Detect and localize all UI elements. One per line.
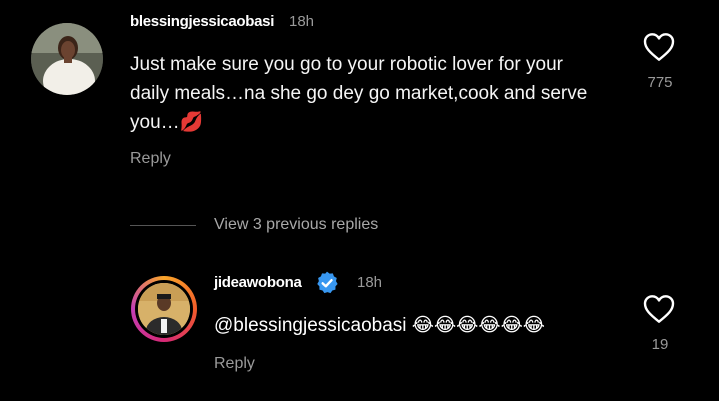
heart-outline-icon xyxy=(643,33,675,61)
avatar-blessingjessicaobasi[interactable] xyxy=(31,23,103,95)
reply-like-count: 19 xyxy=(651,336,669,353)
comment-like-count: 775 xyxy=(647,74,673,91)
comment-like-button[interactable] xyxy=(643,32,675,67)
avatar-ring-gap xyxy=(135,280,193,338)
avatar-jideawobona[interactable] xyxy=(131,276,197,342)
verified-badge-icon xyxy=(317,271,338,294)
comment-text-line: Just make sure you go to your robotic lo… xyxy=(130,54,563,75)
verified-badge xyxy=(314,270,340,301)
reply-reply-button[interactable]: Reply xyxy=(214,355,255,373)
comment-text: Just make sure you go to your robotic lo… xyxy=(130,50,587,137)
replies-divider xyxy=(130,225,196,226)
reply-mention-text: @blessingjessicaobasi 😂😂😂😂😂😂 xyxy=(214,315,545,336)
avatar-image xyxy=(138,283,190,335)
avatar-image xyxy=(31,23,103,95)
comment-text-line: you…💋 xyxy=(130,112,204,133)
view-previous-replies[interactable]: View 3 previous replies xyxy=(214,216,378,234)
comment-text-line: daily meals…na she go dey go market,cook… xyxy=(130,83,588,104)
comment-time: 18h xyxy=(289,13,315,30)
heart-outline-icon xyxy=(643,295,675,323)
reply-time: 18h xyxy=(357,274,383,291)
comment-username[interactable]: blessingjessicaobasi xyxy=(130,13,274,30)
comment-reply-button[interactable]: Reply xyxy=(130,150,171,168)
reply-username[interactable]: jideawobona xyxy=(214,274,302,291)
reply-like-button[interactable] xyxy=(643,294,675,329)
reply-text: @blessingjessicaobasi 😂😂😂😂😂😂 xyxy=(214,311,545,340)
